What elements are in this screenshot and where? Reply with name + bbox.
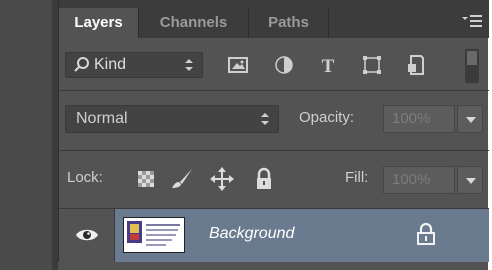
layer-row[interactable]: Background (59, 209, 489, 262)
fill-label: Fill: (345, 169, 369, 186)
chevron-down-icon (466, 117, 476, 123)
left-dock (0, 0, 52, 270)
filter-toggle-knob (467, 51, 477, 65)
layer-thumbnail[interactable] (123, 217, 185, 253)
lock-image-pixels-icon[interactable] (169, 166, 195, 192)
lock-transparent-pixels-icon[interactable] (133, 166, 159, 192)
lock-all-icon[interactable] (251, 166, 277, 192)
filter-row: Kind T (59, 38, 489, 91)
adjustment-filter-icon[interactable] (271, 52, 297, 78)
hamburger-menu-icon (462, 15, 482, 27)
fill-dropdown-button[interactable] (457, 166, 483, 194)
blend-mode-select[interactable]: Normal (65, 105, 279, 133)
filter-kind-select[interactable]: Kind (65, 52, 203, 78)
chevron-down-icon (466, 178, 476, 184)
opacity-dropdown-button[interactable] (457, 105, 483, 133)
updown-arrows-icon (261, 113, 269, 125)
opacity-label: Opacity: (299, 109, 355, 126)
panel-menu-button[interactable] (461, 12, 483, 30)
layers-panel: Layers Channels Paths Kind T Normal Opac… (58, 0, 489, 262)
shape-filter-icon[interactable] (359, 52, 385, 78)
document-thumbnail-icon (124, 218, 184, 252)
visibility-toggle[interactable] (59, 209, 115, 262)
updown-arrows-icon (185, 59, 193, 71)
lock-row: Lock: Fill: 100% (59, 151, 489, 209)
layer-name[interactable]: Background (209, 225, 294, 243)
eye-icon (76, 229, 98, 241)
filter-kind-label: Kind (94, 56, 127, 73)
blend-row: Normal Opacity: 100% (59, 91, 489, 151)
fill-input[interactable]: 100% (383, 166, 455, 194)
tab-layers[interactable]: Layers (59, 8, 139, 38)
smart-object-filter-icon[interactable] (403, 52, 429, 78)
panel-bottom-strip (58, 262, 488, 270)
blend-mode-value: Normal (76, 110, 128, 127)
tab-paths[interactable]: Paths (249, 8, 329, 38)
image-filter-icon[interactable] (225, 52, 251, 78)
lock-icon (417, 222, 435, 245)
tab-channels[interactable]: Channels (139, 8, 249, 38)
lock-label: Lock: (67, 169, 103, 186)
panel-tab-bar: Layers Channels Paths (59, 0, 489, 38)
lock-position-icon[interactable] (209, 166, 235, 192)
filter-toggle-switch[interactable] (465, 49, 479, 83)
search-icon (74, 57, 89, 72)
opacity-input[interactable]: 100% (383, 105, 455, 133)
type-filter-icon[interactable]: T (315, 52, 341, 78)
svg-text:T: T (322, 56, 335, 77)
